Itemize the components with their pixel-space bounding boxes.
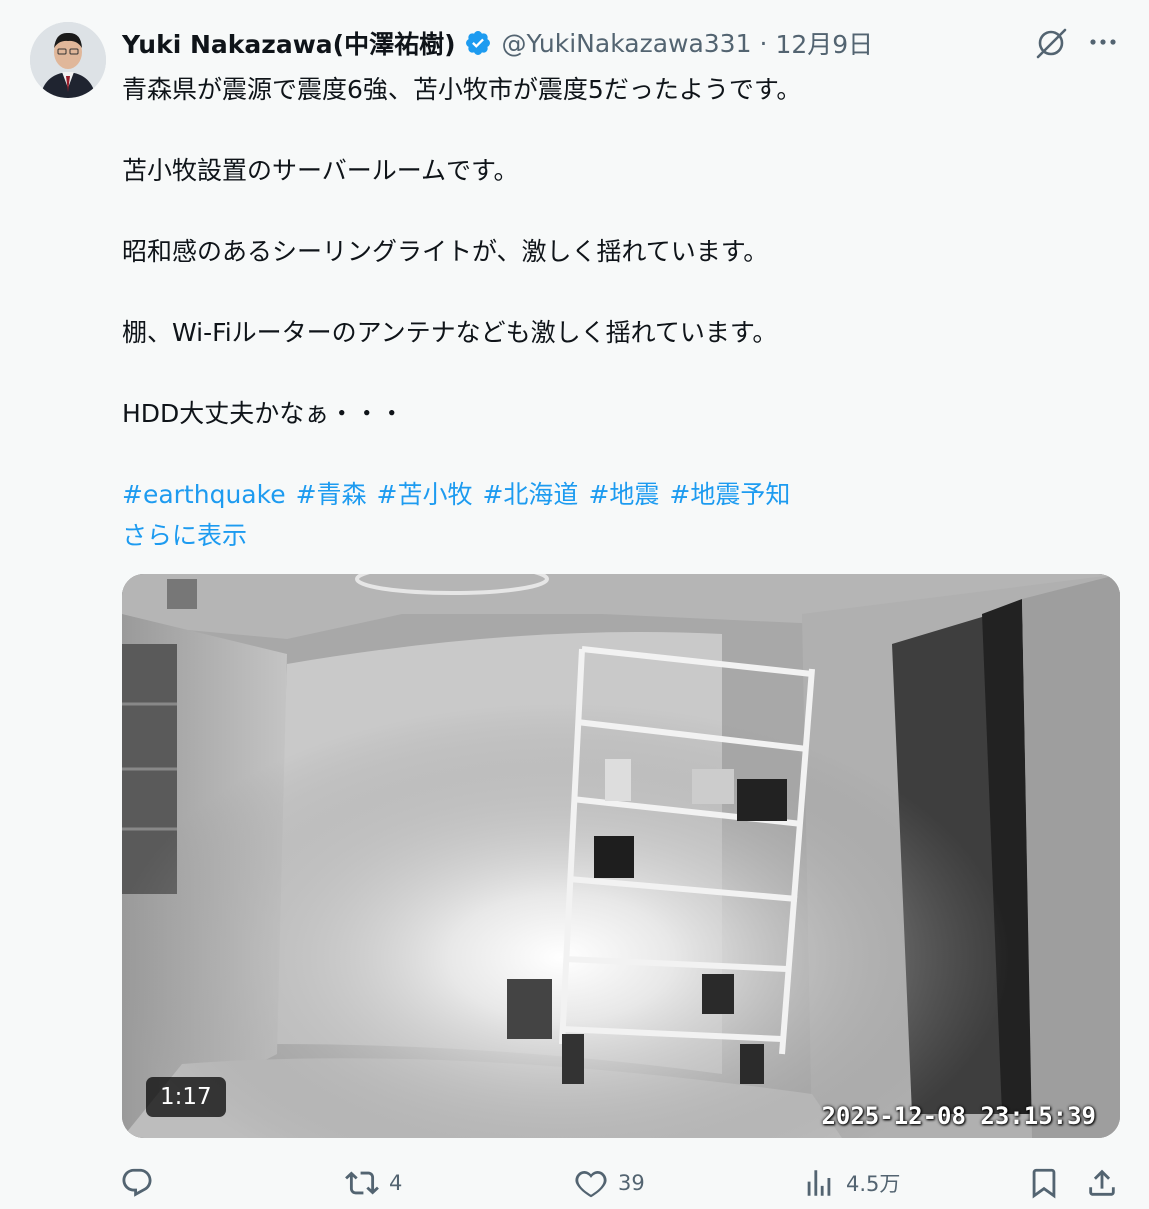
post-date[interactable]: 12月9日 — [775, 25, 873, 61]
show-more-link[interactable]: さらに表示 — [122, 516, 1112, 557]
tweet-text: 青森県が震源で震度6強、苫小牧市が震度5だったようです。 苫小牧設置のサーバール… — [122, 70, 1112, 556]
avatar[interactable] — [30, 22, 106, 98]
hashtag-link[interactable]: #苫小牧 — [377, 480, 473, 509]
tweet-line: 青森県が震源で震度6強、苫小牧市が震度5だったようです。 — [122, 75, 802, 104]
reply-icon — [122, 1168, 152, 1197]
bookmark-icon — [1032, 1168, 1056, 1199]
views-icon — [807, 1170, 831, 1196]
tweet-line: 昭和感のあるシーリングライトが、激しく揺れています。 — [122, 237, 769, 266]
video-timestamp-overlay: 2025-12-08 23:15:39 — [821, 1102, 1096, 1130]
like-button[interactable]: 39 — [574, 1158, 645, 1208]
separator-dot: · — [759, 28, 768, 58]
tweet-line: 棚、Wi-Fiルーターのアンテナなども激しく揺れています。 — [122, 318, 778, 347]
like-icon — [575, 1170, 607, 1198]
reply-button[interactable] — [120, 1158, 164, 1208]
views-count: 4.5万 — [846, 1172, 901, 1196]
retweet-icon — [345, 1171, 379, 1195]
hashtag-link[interactable]: #青森 — [296, 480, 367, 509]
tweet-line: 苫小牧設置のサーバールームです。 — [122, 156, 519, 185]
share-button[interactable] — [1085, 1158, 1119, 1208]
like-count: 39 — [618, 1171, 645, 1195]
more-icon[interactable] — [1086, 28, 1120, 56]
bookmark-button[interactable] — [1027, 1158, 1061, 1208]
hashtag-list: #earthquake #青森 #苫小牧 #北海道 #地震 #地震予知 — [122, 475, 1112, 516]
share-icon — [1089, 1169, 1115, 1196]
action-bar: 4 39 4.5万 — [0, 1158, 1149, 1208]
video-frame — [122, 574, 1120, 1138]
retweet-button[interactable]: 4 — [345, 1158, 402, 1208]
grok-icon[interactable] — [1032, 24, 1070, 62]
video-duration-badge: 1:17 — [146, 1077, 226, 1117]
tweet-header: Yuki Nakazawa(中澤祐樹) @YukiNakazawa331 · 1… — [122, 24, 873, 62]
tweet: Yuki Nakazawa(中澤祐樹) @YukiNakazawa331 · 1… — [0, 0, 1149, 1209]
hashtag-link[interactable]: #北海道 — [482, 480, 578, 509]
retweet-count: 4 — [389, 1171, 403, 1195]
verified-badge-icon — [465, 31, 490, 55]
hashtag-link[interactable]: #earthquake — [122, 480, 286, 509]
tweet-line: HDD大丈夫かなぁ・・・ — [122, 399, 405, 428]
author-name[interactable]: Yuki Nakazawa(中澤祐樹) — [122, 25, 456, 61]
hashtag-link[interactable]: #地震予知 — [669, 480, 790, 509]
views-button[interactable]: 4.5万 — [802, 1158, 900, 1208]
hashtag-link[interactable]: #地震 — [588, 480, 659, 509]
video-player[interactable]: 1:17 2025-12-08 23:15:39 — [122, 574, 1120, 1138]
author-handle[interactable]: @YukiNakazawa331 — [502, 29, 752, 58]
